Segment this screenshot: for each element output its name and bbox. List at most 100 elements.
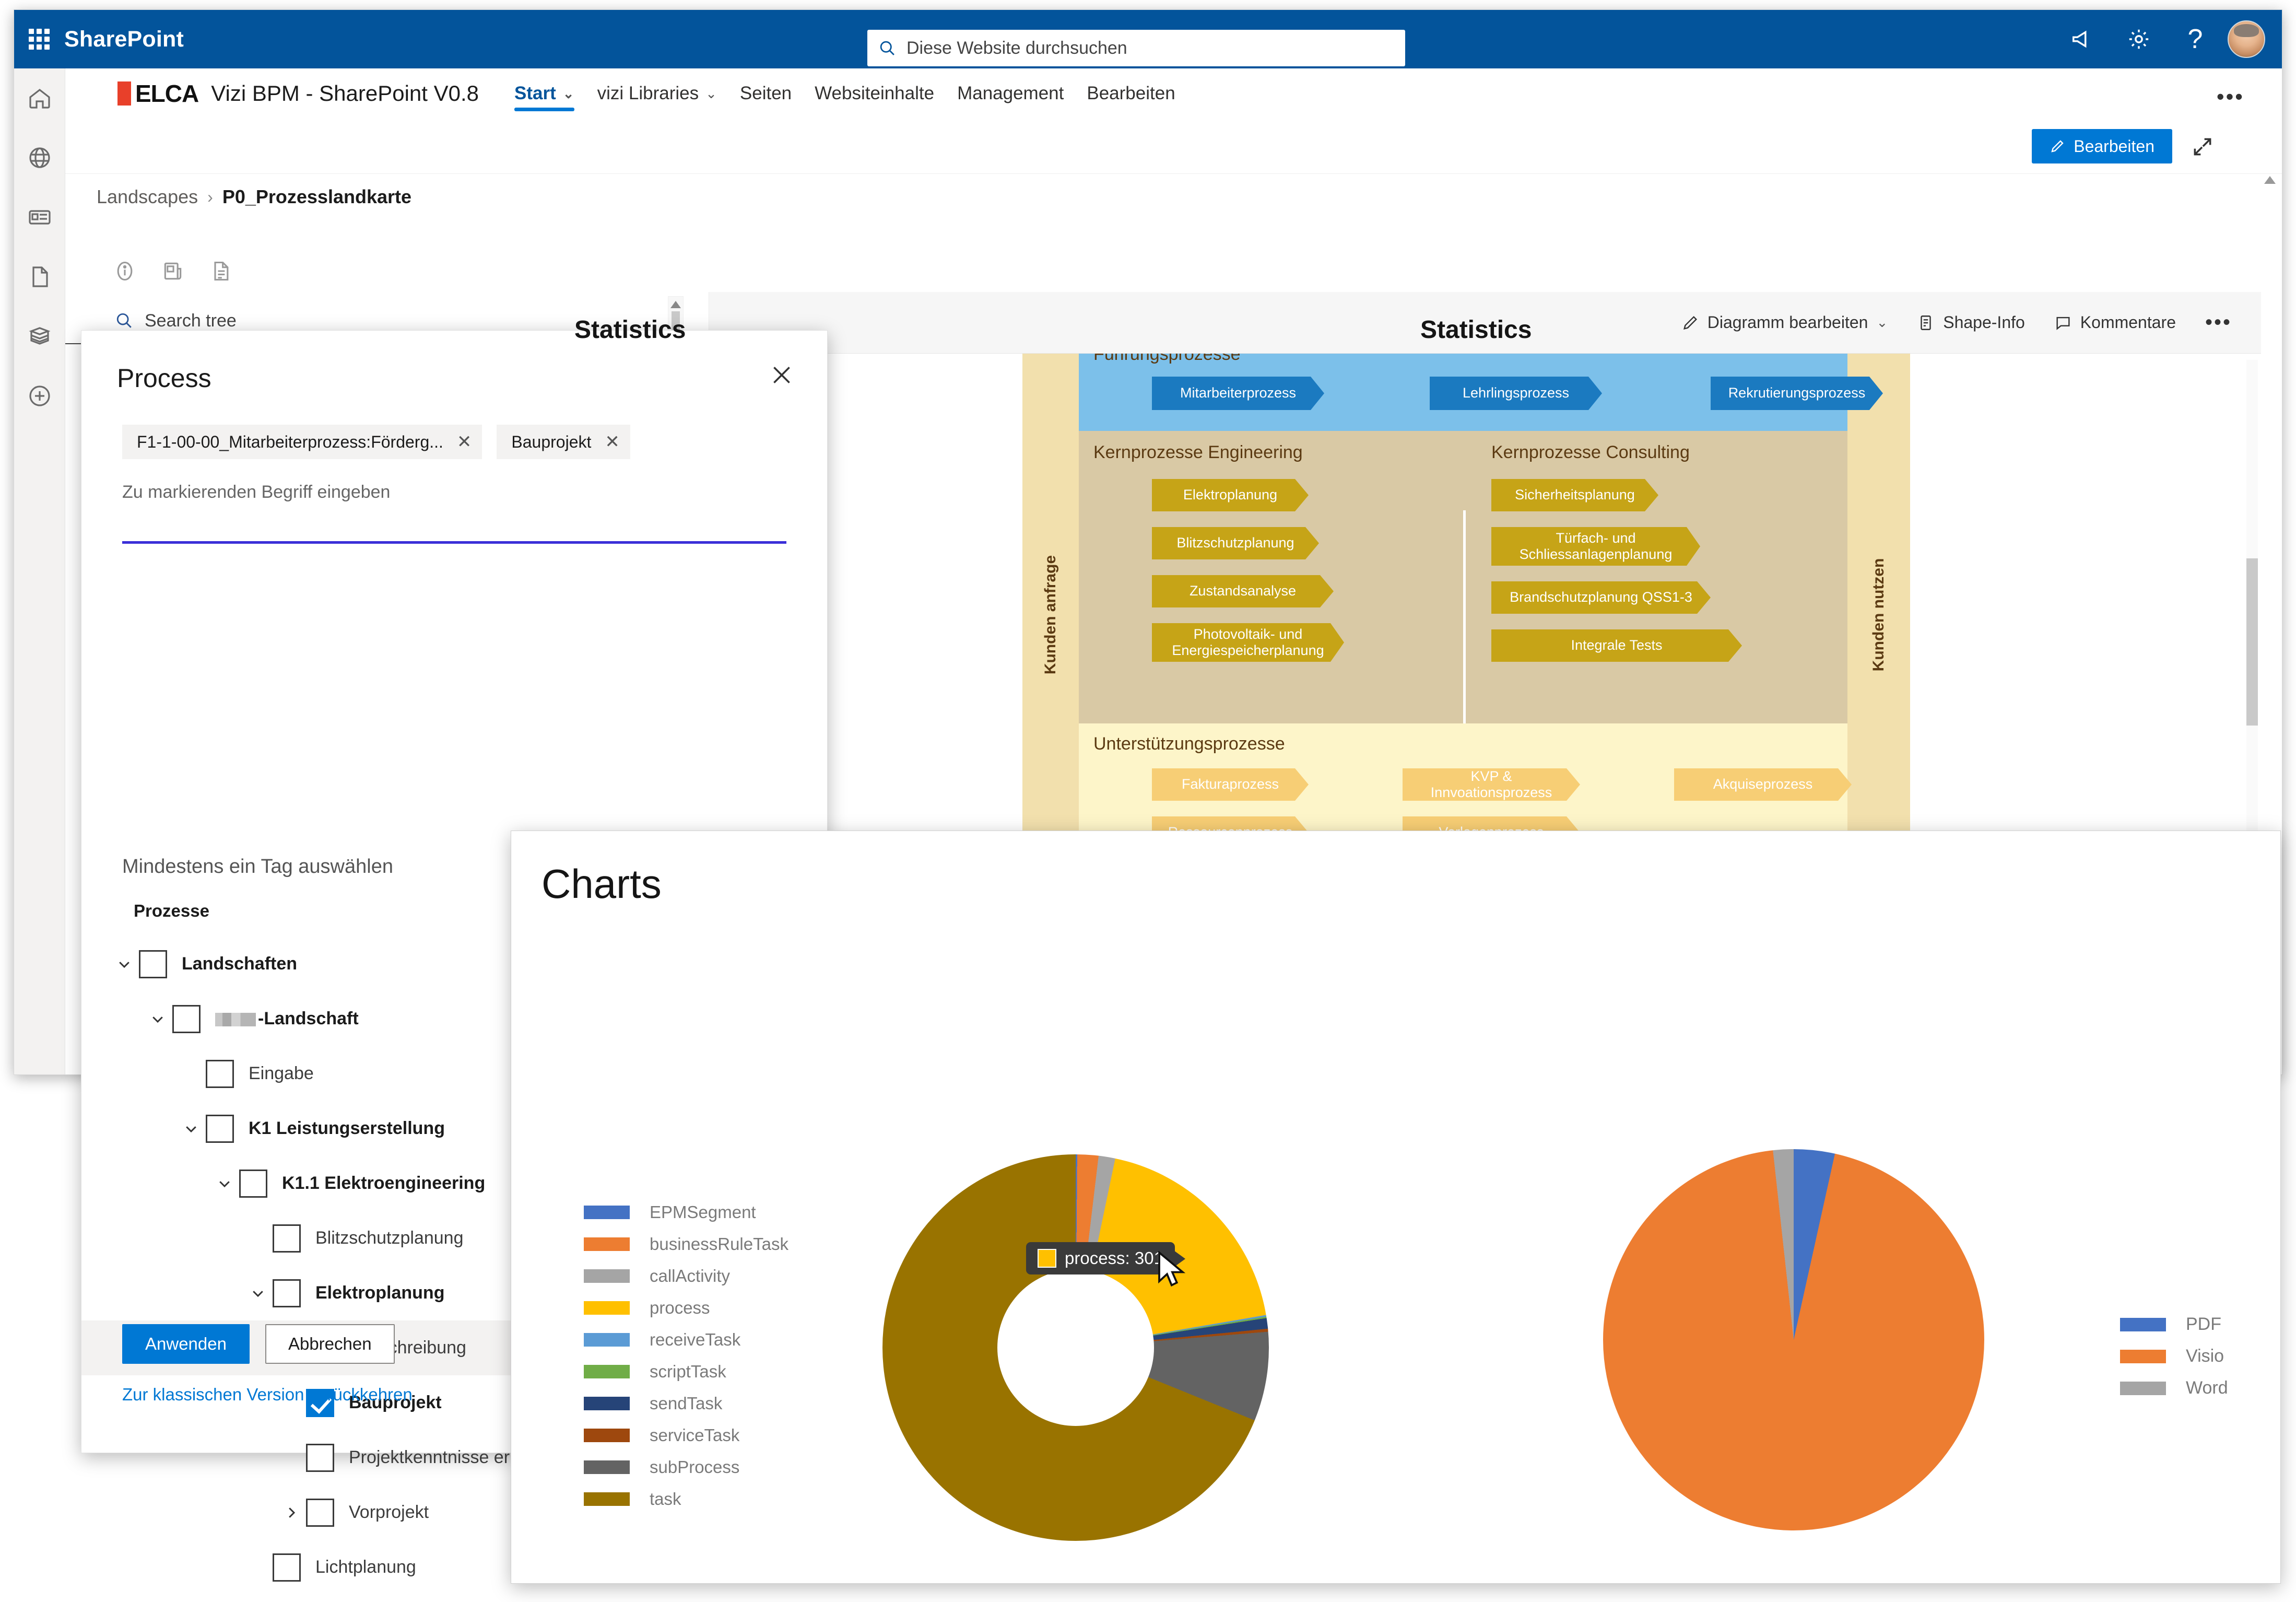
tree-search-placeholder: Search tree bbox=[145, 310, 237, 331]
home-icon[interactable] bbox=[14, 68, 65, 128]
chevron-right-icon[interactable] bbox=[277, 1505, 306, 1521]
legend-item[interactable]: process bbox=[584, 1292, 788, 1324]
tree-node[interactable]: Vorprojekt bbox=[81, 1595, 827, 1602]
diagram-input-label: Kunden anfrage bbox=[1042, 555, 1059, 675]
legend-item[interactable]: subProcess bbox=[584, 1451, 788, 1483]
shape-fakturaprozess[interactable]: Fakturaprozess bbox=[1152, 768, 1309, 801]
classic-version-link[interactable]: Zur klassischen Version zurückkehren bbox=[122, 1385, 413, 1405]
sharepoint-brand[interactable]: SharePoint bbox=[64, 27, 184, 52]
tree-node-checkbox[interactable] bbox=[306, 1443, 334, 1472]
shape-zustandsanalyse[interactable]: Zustandsanalyse bbox=[1152, 575, 1334, 607]
legend-item[interactable]: Visio bbox=[2120, 1340, 2228, 1372]
donut-chart[interactable] bbox=[882, 1154, 1269, 1541]
legend-label: businessRuleTask bbox=[650, 1234, 788, 1254]
apply-button[interactable]: Anwenden bbox=[122, 1324, 250, 1364]
tag-chip[interactable]: F1-1-00-00_Mitarbeiterprozess:Förderg...… bbox=[122, 425, 482, 459]
tree-node-checkbox[interactable] bbox=[206, 1114, 234, 1143]
nav-item-vizi-libraries[interactable]: vizi Libraries ⌄ bbox=[586, 68, 728, 119]
breadcrumb-scroll-up[interactable] bbox=[2264, 176, 2276, 201]
document-icon[interactable] bbox=[209, 259, 232, 283]
scrollbar-thumb[interactable] bbox=[2246, 558, 2258, 726]
tree-node-checkbox[interactable] bbox=[139, 950, 167, 978]
shape-info-button[interactable]: Shape-Info bbox=[1917, 313, 2025, 332]
tree-node-label: K1 Leistungserstellung bbox=[249, 1118, 445, 1138]
legend-item[interactable]: PDF bbox=[2120, 1308, 2228, 1340]
shape-tuerfach-schliessanlagenplanung[interactable]: Türfach- und Schliessanlagenplanung bbox=[1491, 527, 1700, 566]
shape-brandschutzplanung[interactable]: Brandschutzplanung QSS1-3 bbox=[1491, 581, 1711, 614]
legend-item[interactable]: scriptTask bbox=[584, 1355, 788, 1387]
tree-node-checkbox[interactable] bbox=[306, 1498, 334, 1527]
edit-diagram-button[interactable]: Diagramm bearbeiten ⌄ bbox=[1681, 313, 1888, 332]
tag-chip[interactable]: Bauprojekt ✕ bbox=[497, 425, 630, 459]
remove-tag-icon[interactable]: ✕ bbox=[457, 431, 472, 452]
expand-icon[interactable] bbox=[2191, 135, 2214, 158]
gear-icon[interactable] bbox=[2111, 10, 2167, 68]
charts-title: Charts bbox=[541, 861, 662, 907]
tree-node-checkbox[interactable] bbox=[206, 1059, 234, 1088]
legend-label: Visio bbox=[2186, 1346, 2224, 1366]
shape-sicherheitsplanung[interactable]: Sicherheitsplanung bbox=[1491, 479, 1658, 511]
site-search-input[interactable]: Diese Website durchsuchen bbox=[867, 30, 1405, 66]
remove-tag-icon[interactable]: ✕ bbox=[605, 431, 620, 452]
document-icon[interactable] bbox=[14, 247, 65, 307]
edit-page-label: Bearbeiten bbox=[2074, 136, 2154, 156]
legend-item[interactable]: task bbox=[584, 1483, 788, 1515]
pencil-icon bbox=[1683, 315, 1697, 330]
shape-integrale-tests[interactable]: Integrale Tests bbox=[1491, 629, 1742, 662]
nav-item-websiteinhalte[interactable]: Websiteinhalte bbox=[803, 68, 946, 119]
legend-item[interactable]: sendTask bbox=[584, 1387, 788, 1419]
pie-chart[interactable] bbox=[1603, 1149, 1984, 1530]
chevron-down-icon[interactable] bbox=[176, 1121, 206, 1137]
legend-item[interactable]: businessRuleTask bbox=[584, 1228, 788, 1260]
news-icon[interactable] bbox=[14, 188, 65, 247]
legend-item[interactable]: EPMSegment bbox=[584, 1196, 788, 1228]
edit-page-button[interactable]: Bearbeiten bbox=[2032, 129, 2172, 163]
shape-rekrutierungsprozess[interactable]: Rekrutierungsprozess bbox=[1711, 377, 1883, 410]
nav-item-start[interactable]: Start ⌄ bbox=[503, 68, 586, 119]
shape-lehrlingsprozess[interactable]: Lehrlingsprozess bbox=[1430, 377, 1602, 410]
diagram-toolbar-overflow[interactable]: ••• bbox=[2205, 311, 2232, 334]
legend-item[interactable]: serviceTask bbox=[584, 1419, 788, 1451]
chevron-down-icon[interactable] bbox=[143, 1011, 172, 1027]
chevron-down-icon[interactable] bbox=[210, 1176, 239, 1191]
app-launcher-waffle-icon[interactable] bbox=[14, 29, 64, 50]
shape-elektroplanung[interactable]: Elektroplanung bbox=[1152, 479, 1309, 511]
suite-bar: SharePoint Diese Website durchsuchen ? bbox=[14, 10, 2282, 68]
command-bar: Bearbeiten bbox=[65, 119, 2282, 174]
add-icon[interactable] bbox=[14, 366, 65, 426]
tree-node-checkbox[interactable] bbox=[273, 1553, 301, 1582]
site-title[interactable]: Vizi BPM - SharePoint V0.8 bbox=[211, 81, 479, 106]
globe-icon[interactable] bbox=[14, 128, 65, 188]
legend-label: subProcess bbox=[650, 1457, 740, 1477]
shape-mitarbeiterprozess[interactable]: Mitarbeiterprozess bbox=[1152, 377, 1324, 410]
shape-blitzschutzplanung[interactable]: Blitzschutzplanung bbox=[1152, 527, 1319, 559]
cancel-button[interactable]: Abbrechen bbox=[265, 1324, 395, 1364]
info-icon[interactable] bbox=[113, 259, 136, 283]
tree-node-checkbox[interactable] bbox=[273, 1224, 301, 1253]
nav-item-bearbeiten[interactable]: Bearbeiten bbox=[1075, 68, 1186, 119]
shape-akquiseprozess[interactable]: Akquiseprozess bbox=[1674, 768, 1852, 801]
tree-node-checkbox[interactable] bbox=[172, 1004, 201, 1033]
legend-item[interactable]: callActivity bbox=[584, 1260, 788, 1292]
legend-item[interactable]: Word bbox=[2120, 1372, 2228, 1404]
chevron-down-icon[interactable] bbox=[110, 956, 139, 972]
megaphone-icon[interactable] bbox=[2054, 10, 2111, 68]
legend-item[interactable]: receiveTask bbox=[584, 1324, 788, 1355]
avatar[interactable] bbox=[2228, 20, 2265, 58]
close-icon[interactable] bbox=[769, 362, 795, 388]
site-nav-overflow[interactable]: ••• bbox=[2217, 84, 2244, 109]
chevron-down-icon[interactable] bbox=[243, 1285, 273, 1301]
shape-kvp-innovationsprozess[interactable]: KVP & Innvoationsprozess bbox=[1403, 768, 1580, 801]
nav-item-management[interactable]: Management bbox=[946, 68, 1075, 119]
help-icon[interactable]: ? bbox=[2167, 10, 2223, 68]
shape-photovoltaik-energiespeicherplanung[interactable]: Photovoltaik- und Energiespeicherplanung bbox=[1152, 623, 1344, 662]
tree-node-checkbox[interactable] bbox=[273, 1279, 301, 1307]
visio-icon[interactable] bbox=[161, 259, 184, 283]
database-icon[interactable] bbox=[14, 307, 65, 366]
breadcrumb-parent[interactable]: Landscapes bbox=[97, 186, 198, 208]
nav-item-seiten[interactable]: Seiten bbox=[728, 68, 803, 119]
comments-button[interactable]: Kommentare bbox=[2054, 313, 2176, 332]
tree-node-checkbox[interactable] bbox=[239, 1169, 267, 1198]
tag-term-input[interactable]: Zu markierenden Begriff eingeben bbox=[122, 482, 786, 544]
pie-slices[interactable] bbox=[1603, 1149, 1984, 1530]
